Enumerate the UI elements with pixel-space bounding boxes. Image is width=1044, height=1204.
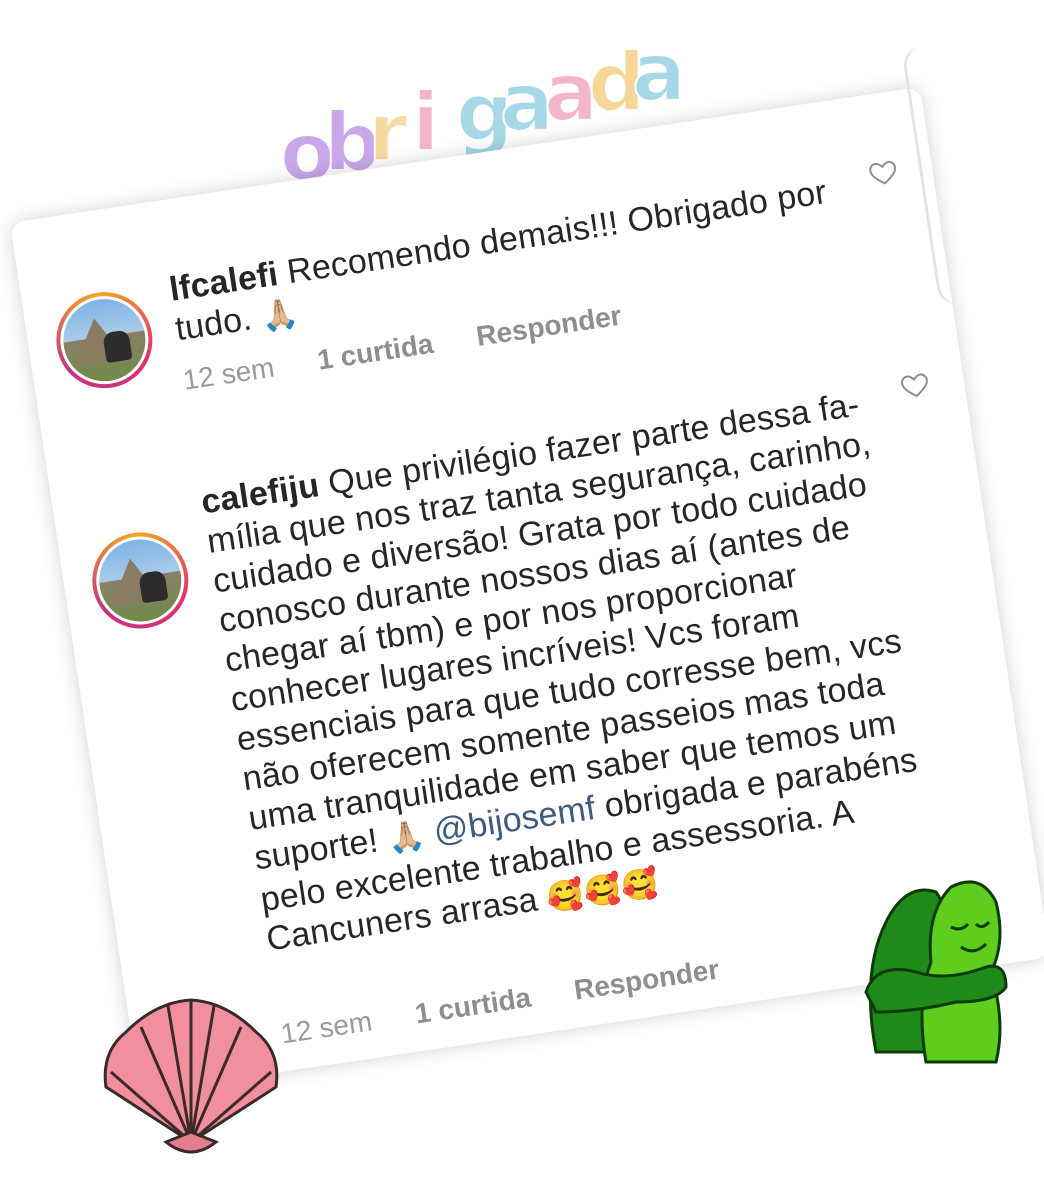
hug-sticker — [864, 880, 1008, 1064]
comment-meta: 12 sem 1 curtida Responder — [279, 953, 722, 1050]
heart-outline-icon[interactable] — [898, 368, 932, 402]
comment-text: calefiju Que privilégio fazer parte dess… — [199, 382, 945, 961]
avatar-photo — [54, 290, 155, 391]
pray-emoji: 🙏🏼 — [258, 296, 301, 335]
likes-count[interactable]: 1 curtida — [315, 328, 435, 377]
avatar[interactable] — [49, 285, 159, 395]
comment-time: 12 sem — [180, 351, 277, 396]
pray-emoji: 🙏🏼 — [385, 818, 428, 857]
comment-time: 12 sem — [278, 1005, 375, 1050]
title-letter: a — [632, 30, 686, 119]
avatar[interactable] — [85, 525, 195, 636]
heart-outline-icon[interactable] — [866, 155, 900, 189]
comment-item: lfcalefi Recomendo demais!!! Obrigado po… — [20, 155, 930, 396]
avatar-photo — [90, 530, 191, 631]
title-letter: i — [412, 76, 439, 169]
reply-button[interactable]: Responder — [474, 300, 623, 353]
likes-count[interactable]: 1 curtida — [413, 982, 533, 1031]
reply-button[interactable]: Responder — [572, 953, 721, 1006]
seashell-sticker — [103, 998, 279, 1154]
scrollbar[interactable] — [901, 42, 983, 307]
